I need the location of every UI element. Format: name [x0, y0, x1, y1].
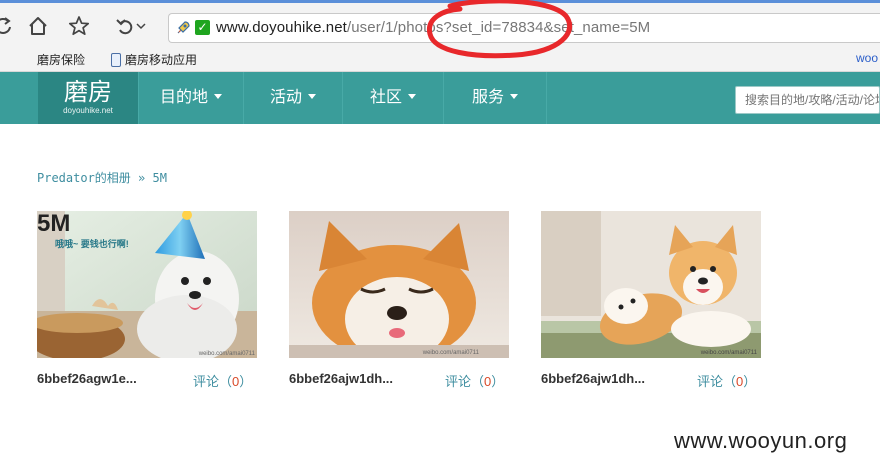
- nav-label: 社区: [369, 89, 402, 106]
- nav-label: 目的地: [159, 89, 208, 106]
- photo-overlay-caption: 哦哦~ 要钱也行啊!: [55, 239, 129, 249]
- site-search-input[interactable]: [735, 86, 880, 114]
- comment-link[interactable]: 评论（0）: [193, 371, 252, 390]
- comment-paren-open: （: [471, 374, 485, 389]
- rocket-icon: [175, 20, 191, 36]
- nav-label: 活动: [269, 89, 302, 106]
- bookmark-item[interactable]: 磨房保险: [37, 51, 85, 68]
- comment-label: 评论: [193, 374, 220, 389]
- url-path: /user/1/photos?set_id=78834&set_name=5M: [346, 19, 651, 36]
- address-bar[interactable]: ✓ www.doyouhike.net/user/1/photos?set_id…: [168, 13, 880, 43]
- bookmark-overflow[interactable]: woo: [856, 51, 878, 65]
- nav-services[interactable]: 服务: [443, 72, 547, 124]
- nav-label: 服务: [471, 89, 504, 106]
- caret-down-icon: [510, 94, 518, 99]
- watermark-text: www.wooyun.org: [674, 428, 848, 453]
- photo-caption[interactable]: 6bbef26ajw1dh...: [541, 371, 645, 386]
- comment-link[interactable]: 评论（0）: [445, 371, 504, 390]
- caret-down-icon: [408, 94, 416, 99]
- nav-destinations[interactable]: 目的地: [138, 72, 243, 124]
- photo-caption[interactable]: 6bbef26ajw1dh...: [289, 371, 393, 386]
- photo-credit: weibo.com/amai0711: [700, 350, 757, 356]
- comment-paren-close: ）: [239, 374, 253, 389]
- photo-credit: weibo.com/amai0711: [422, 350, 479, 356]
- url-text: www.doyouhike.net/user/1/photos?set_id=7…: [216, 19, 650, 36]
- comment-paren-open: （: [219, 374, 233, 389]
- breadcrumb-separator: »: [138, 171, 146, 185]
- favorite-star-icon[interactable]: [66, 13, 92, 39]
- breadcrumb-album-owner[interactable]: Predator的相册: [37, 171, 131, 185]
- nav-community[interactable]: 社区: [342, 72, 443, 124]
- bookmark-item[interactable]: 磨房移动应用: [111, 51, 197, 68]
- site-navbar: 磨房 doyouhike.net 目的地 活动 社区 服务: [0, 72, 880, 124]
- photo-credit: weibo.com/amai0711: [198, 351, 255, 357]
- refresh-icon[interactable]: [0, 13, 16, 39]
- url-host: www.doyouhike.net: [216, 19, 347, 36]
- secure-check-icon: ✓: [195, 20, 210, 35]
- mobile-app-icon: [111, 53, 121, 67]
- photo-thumbnail[interactable]: weibo.com/amai0711: [541, 211, 761, 358]
- comment-label: 评论: [445, 374, 472, 389]
- bookmarks-bar: 磨房保险 磨房移动应用 woo: [0, 47, 880, 72]
- comment-paren-close: ）: [743, 374, 757, 389]
- chevron-down-icon[interactable]: [134, 13, 148, 39]
- breadcrumb: Predator的相册 » 5M: [37, 169, 167, 186]
- breadcrumb-album[interactable]: 5M: [153, 171, 167, 185]
- caret-down-icon: [214, 94, 222, 99]
- site-logo[interactable]: 磨房 doyouhike.net: [38, 72, 138, 124]
- home-icon[interactable]: [25, 13, 51, 39]
- photo-caption[interactable]: 6bbef26agw1e...: [37, 371, 137, 386]
- browser-toolbar: ✓ www.doyouhike.net/user/1/photos?set_id…: [0, 3, 880, 47]
- caret-down-icon: [308, 94, 316, 99]
- comment-paren-open: （: [723, 374, 737, 389]
- nav-activities[interactable]: 活动: [243, 72, 342, 124]
- logo-text: 磨房: [64, 78, 112, 106]
- photo-thumbnail[interactable]: weibo.com/amai0711: [289, 211, 509, 358]
- bookmark-label: 磨房移动应用: [125, 53, 198, 67]
- bookmark-label: 磨房保险: [37, 53, 86, 67]
- comment-link[interactable]: 评论（0）: [697, 371, 756, 390]
- logo-domain: doyouhike.net: [63, 106, 113, 115]
- comment-paren-close: ）: [491, 374, 505, 389]
- photo-thumbnail[interactable]: 5M 哦哦~ 要钱也行啊! weibo.com/amai0711: [37, 211, 257, 358]
- comment-label: 评论: [697, 374, 724, 389]
